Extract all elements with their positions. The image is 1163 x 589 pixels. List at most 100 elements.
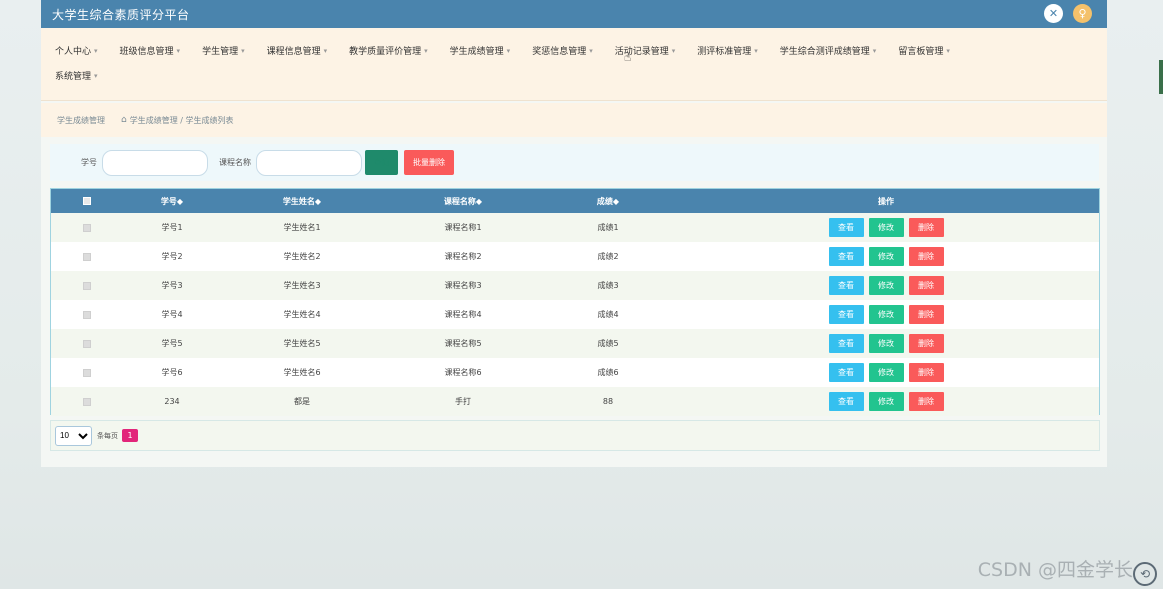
edit-button[interactable]: 修改 xyxy=(868,218,904,237)
select-all-checkbox[interactable] xyxy=(83,197,91,205)
cell-actions: 查看 修改 删除 xyxy=(673,358,1099,387)
pagination: 10 条每页 1 xyxy=(50,420,1100,451)
caret-down-icon: ▾ xyxy=(589,46,593,55)
edit-button[interactable]: 修改 xyxy=(868,363,904,382)
batch-delete-button[interactable]: 批量删除 xyxy=(404,150,454,175)
hand-cursor-icon: ☝ xyxy=(624,50,632,64)
view-button[interactable]: 查看 xyxy=(828,276,864,295)
edit-button[interactable]: 修改 xyxy=(868,334,904,353)
grades-table: 学号◆ 学生姓名◆ 课程名称◆ 成绩◆ 操作 学号1 学生姓名1 课程名称1 成绩1 查… xyxy=(50,188,1100,416)
caret-down-icon: ▾ xyxy=(323,46,328,55)
nav-item-label: 留言板管理 xyxy=(898,47,944,57)
cell-course-name: 课程名称2 xyxy=(444,252,482,261)
nav-item[interactable]: 奖惩信息管理 ▾ xyxy=(532,44,593,58)
cell-student-name: 学生姓名6 xyxy=(283,368,321,377)
row-select-cell xyxy=(51,213,123,242)
edit-button[interactable]: 修改 xyxy=(868,305,904,324)
cell-grade: 成绩1 xyxy=(597,223,619,232)
nav-item-label: 奖惩信息管理 xyxy=(532,47,587,57)
row-checkbox[interactable] xyxy=(83,368,91,377)
header-student-no[interactable]: 学号◆ xyxy=(123,189,221,213)
watermark: CSDN @四金学长 xyxy=(977,559,1133,581)
row-select-cell xyxy=(51,242,123,271)
nav-item[interactable]: 学生成绩管理 ▾ xyxy=(449,44,511,58)
delete-button[interactable]: 删除 xyxy=(908,363,944,382)
nav-item[interactable]: 学生综合测评成绩管理 ▾ xyxy=(780,44,877,58)
breadcrumb-path: 学生成绩管理 / 学生成绩列表 xyxy=(129,115,234,125)
row-checkbox[interactable] xyxy=(83,310,91,319)
nav-item[interactable]: 系统管理 ▾ xyxy=(55,69,98,83)
cell-actions: 查看 修改 删除 xyxy=(673,300,1099,329)
view-button[interactable]: 查看 xyxy=(828,334,864,353)
help-icon[interactable]: ⟲ xyxy=(1133,562,1157,586)
breadcrumb: 学生成绩管理 ⌂ 学生成绩管理 / 学生成绩列表 xyxy=(41,103,1107,137)
delete-button[interactable]: 删除 xyxy=(908,276,944,295)
nav-item-label: 活动记录管理 xyxy=(614,47,669,57)
page-size-select[interactable]: 10 xyxy=(55,425,92,446)
table-row: 学号4 学生姓名4 课程名称4 成绩4 查看 修改 删除 xyxy=(51,300,1099,329)
delete-button[interactable]: 删除 xyxy=(908,334,944,353)
cell-student-no: 学号4 xyxy=(161,310,183,319)
view-button[interactable]: 查看 xyxy=(828,305,864,324)
cell-student-no: 234 xyxy=(164,397,180,406)
top-bar: 大学生综合素质评分平台 ✕ ♀ xyxy=(41,0,1107,28)
row-select-cell xyxy=(51,358,123,387)
search-button[interactable]: 查询 xyxy=(365,150,398,175)
row-checkbox[interactable] xyxy=(83,252,91,261)
select-all-header[interactable] xyxy=(51,189,123,213)
delete-button[interactable]: 删除 xyxy=(908,218,944,237)
nav-item[interactable]: 教学质量评价管理 ▾ xyxy=(349,44,428,58)
cell-grade: 成绩6 xyxy=(597,368,619,377)
nav-item[interactable]: 个人中心 ▾ xyxy=(55,44,98,58)
header-course-name[interactable]: 课程名称◆ xyxy=(383,189,543,213)
app-window: 大学生综合素质评分平台 ✕ ♀ 个人中心 ▾ 班级信息管理 ▾ 学生管理 ▾ 课程信息管理 ▾… xyxy=(41,0,1107,467)
cell-course-name: 课程名称1 xyxy=(444,223,482,232)
page-number-1[interactable]: 1 xyxy=(122,429,138,442)
student-no-input[interactable] xyxy=(102,149,208,176)
header-grade[interactable]: 成绩◆ xyxy=(543,189,673,213)
nav-item[interactable]: 测评标准管理 ▾ xyxy=(697,44,758,58)
nav-item[interactable]: 班级信息管理 ▾ xyxy=(119,44,181,58)
edit-button[interactable]: 修改 xyxy=(868,247,904,266)
delete-button[interactable]: 删除 xyxy=(908,247,944,266)
nav-item-label: 学生成绩管理 xyxy=(449,47,504,57)
view-button[interactable]: 查看 xyxy=(828,363,864,382)
cell-student-name: 都是 xyxy=(294,397,310,406)
view-button[interactable]: 查看 xyxy=(828,218,864,237)
course-name-input[interactable] xyxy=(256,149,362,176)
nav-item-label: 个人中心 xyxy=(55,47,92,57)
home-icon[interactable]: ⌂ xyxy=(121,115,127,125)
cell-grade: 成绩3 xyxy=(597,281,619,290)
cell-grade: 成绩5 xyxy=(597,339,619,348)
view-button[interactable]: 查看 xyxy=(828,392,864,411)
table-row: 学号5 学生姓名5 课程名称5 成绩5 查看 修改 删除 xyxy=(51,329,1099,358)
nav-item[interactable]: 课程信息管理 ▾ xyxy=(267,44,328,58)
cell-student-no: 学号6 xyxy=(161,368,183,377)
row-checkbox[interactable] xyxy=(83,223,91,232)
row-select-cell xyxy=(51,329,123,358)
row-checkbox[interactable] xyxy=(83,281,91,290)
view-button[interactable]: 查看 xyxy=(828,247,864,266)
cell-actions: 查看 修改 删除 xyxy=(673,213,1099,242)
header-actions: 操作 xyxy=(878,196,894,206)
delete-button[interactable]: 删除 xyxy=(908,392,944,411)
cell-student-name: 学生姓名2 xyxy=(283,252,321,261)
nav-item-label: 班级信息管理 xyxy=(119,47,174,57)
expand-icon[interactable]: ✕ xyxy=(1044,4,1063,23)
edit-button[interactable]: 修改 xyxy=(868,276,904,295)
header-student-name[interactable]: 学生姓名◆ xyxy=(221,189,383,213)
nav-item[interactable]: 学生管理 ▾ xyxy=(202,44,245,58)
search-panel: 学号 课程名称 查询 批量删除 xyxy=(50,144,1099,181)
nav-item[interactable]: 留言板管理 ▾ xyxy=(898,44,950,58)
edit-button[interactable]: 修改 xyxy=(868,392,904,411)
row-checkbox[interactable] xyxy=(83,397,91,406)
per-page-label: 条每页 xyxy=(97,431,118,440)
cell-actions: 查看 修改 删除 xyxy=(673,242,1099,271)
user-avatar-icon[interactable]: ♀ xyxy=(1073,4,1092,23)
delete-button[interactable]: 删除 xyxy=(908,305,944,324)
cell-grade: 成绩2 xyxy=(597,252,619,261)
side-tab[interactable] xyxy=(1159,60,1163,94)
nav-row-2: 系统管理 ▾ xyxy=(55,63,1107,88)
cell-course-name: 手打 xyxy=(455,397,471,406)
row-checkbox[interactable] xyxy=(83,339,91,348)
